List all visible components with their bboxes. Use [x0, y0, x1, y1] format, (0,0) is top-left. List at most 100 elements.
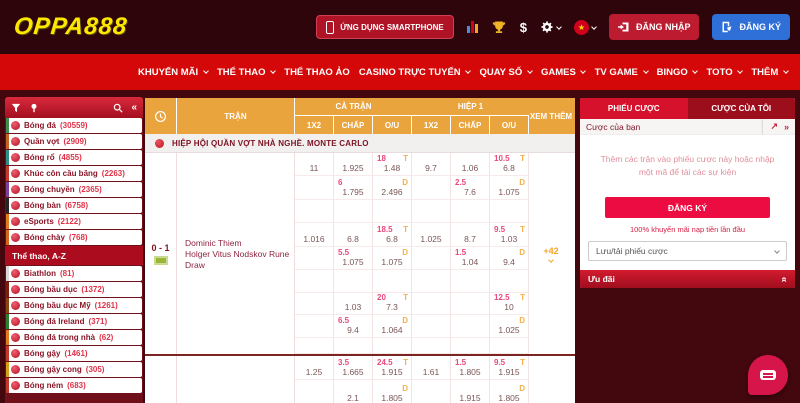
- nav-menu-item[interactable]: GAMES: [541, 67, 585, 78]
- odds-cell-ft-overunder[interactable]: D1.064: [373, 315, 412, 338]
- offers-bar[interactable]: Ưu đãi «: [580, 270, 795, 288]
- nav-menu-item[interactable]: TV GAME: [595, 67, 648, 78]
- collapse-sidebar-icon[interactable]: «: [131, 102, 137, 113]
- odds-cell-h1-handicap[interactable]: [451, 315, 490, 338]
- expand-slip-icon[interactable]: ↗: [770, 121, 778, 132]
- odds-cell-ft-handicap[interactable]: 1.925: [334, 153, 373, 176]
- settings-gear-icon[interactable]: [540, 20, 561, 34]
- sidebar-sport-item[interactable]: Bóng bàn (6758): [6, 198, 142, 213]
- teams-cell[interactable]: Dominic Thiem Holger Vitus Nodskov Rune …: [177, 153, 295, 354]
- odds-cell-ft-1x2[interactable]: [295, 315, 334, 338]
- nav-menu-item[interactable]: KHUYẾN MÃI: [138, 67, 208, 78]
- see-more-markets-button[interactable]: +42: [529, 153, 573, 354]
- odds-cell-h1-handicap[interactable]: 1.51.805: [451, 356, 490, 380]
- odds-cell-h1-overunder[interactable]: 10.5T6.8: [490, 153, 529, 176]
- nav-menu-item[interactable]: THÊM: [751, 67, 788, 78]
- odds-cell-h1-overunder[interactable]: [490, 338, 529, 354]
- smartphone-app-button[interactable]: ỨNG DỤNG SMARTPHONE: [316, 15, 454, 39]
- odds-cell-ft-1x2[interactable]: 11: [295, 153, 334, 176]
- odds-cell-ft-1x2[interactable]: [295, 200, 334, 223]
- odds-cell-h1-1x2[interactable]: [412, 270, 451, 293]
- odds-cell-h1-overunder[interactable]: D1.075: [490, 176, 529, 200]
- signup-button[interactable]: ĐĂNG KÝ: [712, 14, 790, 40]
- odds-cell-h1-1x2[interactable]: [412, 200, 451, 223]
- collapse-slip-icon[interactable]: »: [784, 122, 789, 132]
- odds-cell-h1-1x2[interactable]: 9.7: [412, 153, 451, 176]
- sidebar-sport-item[interactable]: Bóng chuyền (2365): [6, 182, 142, 197]
- odds-cell-ft-overunder[interactable]: D2.496: [373, 176, 412, 200]
- odds-cell-ft-1x2[interactable]: [295, 270, 334, 293]
- sidebar-sport-item[interactable]: Bóng chày (768): [6, 230, 142, 245]
- odds-cell-h1-1x2[interactable]: [412, 380, 451, 403]
- search-icon[interactable]: [113, 103, 123, 113]
- odds-cell-h1-overunder[interactable]: D1.805: [490, 380, 529, 403]
- odds-cell-ft-overunder[interactable]: 24.5T1.915: [373, 356, 412, 380]
- odds-cell-ft-1x2[interactable]: [295, 176, 334, 200]
- odds-cell-ft-overunder[interactable]: [373, 200, 412, 223]
- odds-cell-ft-handicap[interactable]: 6.59.4: [334, 315, 373, 338]
- odds-cell-h1-handicap[interactable]: [451, 338, 490, 354]
- odds-cell-ft-overunder[interactable]: [373, 270, 412, 293]
- nav-menu-item[interactable]: THỂ THAO: [217, 67, 275, 78]
- odds-cell-h1-1x2[interactable]: 1.025: [412, 223, 451, 247]
- live-chat-button[interactable]: [748, 355, 788, 395]
- see-more-markets-button[interactable]: [529, 356, 573, 403]
- odds-cell-ft-overunder[interactable]: 18T1.48: [373, 153, 412, 176]
- odds-cell-h1-1x2[interactable]: [412, 247, 451, 270]
- odds-cell-h1-1x2[interactable]: [412, 338, 451, 354]
- sidebar-sport-item[interactable]: Bóng gậy cong (305): [6, 362, 142, 377]
- trophy-icon[interactable]: [491, 20, 507, 34]
- odds-cell-h1-overunder[interactable]: 12.5T10: [490, 293, 529, 315]
- sidebar-sport-item[interactable]: Bóng bầu dục (1372): [6, 282, 142, 297]
- odds-cell-h1-handicap[interactable]: [451, 200, 490, 223]
- filter-icon[interactable]: [11, 103, 21, 113]
- odds-cell-h1-1x2[interactable]: [412, 176, 451, 200]
- odds-cell-ft-handicap[interactable]: 6.8: [334, 223, 373, 247]
- odds-cell-ft-handicap[interactable]: 1.03: [334, 293, 373, 315]
- odds-cell-h1-overunder[interactable]: 9.5T1.915: [490, 356, 529, 380]
- odds-cell-ft-handicap[interactable]: 2.1: [334, 380, 373, 403]
- odds-cell-h1-overunder[interactable]: D9.4: [490, 247, 529, 270]
- odds-cell-h1-overunder[interactable]: [490, 200, 529, 223]
- odds-cell-h1-handicap[interactable]: 1.06: [451, 153, 490, 176]
- sidebar-sport-item[interactable]: eSports (2122): [6, 214, 142, 229]
- sidebar-sport-item[interactable]: Bóng rổ (4855): [6, 150, 142, 165]
- brand-logo[interactable]: OPPA888: [13, 13, 129, 41]
- odds-cell-h1-overunder[interactable]: 9.5T1.03: [490, 223, 529, 247]
- odds-cell-h1-1x2[interactable]: [412, 315, 451, 338]
- odds-cell-h1-overunder[interactable]: D1.025: [490, 315, 529, 338]
- teams-cell[interactable]: [177, 356, 295, 403]
- sidebar-sport-item[interactable]: Quần vợt (2909): [6, 134, 142, 149]
- sidebar-sport-item[interactable]: Bóng bầu dục Mỹ (1261): [6, 298, 142, 313]
- odds-cell-ft-handicap[interactable]: [334, 338, 373, 354]
- odds-cell-h1-overunder[interactable]: [490, 270, 529, 293]
- statistics-icon[interactable]: [467, 21, 478, 33]
- odds-cell-ft-1x2[interactable]: 1.25: [295, 356, 334, 380]
- odds-cell-h1-handicap[interactable]: 1.915: [451, 380, 490, 403]
- odds-cell-ft-1x2[interactable]: 1.016: [295, 223, 334, 247]
- odds-cell-h1-handicap[interactable]: 8.7: [451, 223, 490, 247]
- tab-my-bets[interactable]: CƯỢC CỦA TÔI: [688, 98, 796, 119]
- nav-menu-item[interactable]: TOTO: [707, 67, 743, 78]
- odds-cell-ft-1x2[interactable]: [295, 247, 334, 270]
- odds-cell-h1-1x2[interactable]: 1.61: [412, 356, 451, 380]
- pin-icon[interactable]: [29, 103, 39, 113]
- save-load-slip-select[interactable]: Lưu/tải phiếu cược: [588, 241, 787, 261]
- odds-cell-ft-overunder[interactable]: D1.805: [373, 380, 412, 403]
- odds-cell-ft-overunder[interactable]: D1.075: [373, 247, 412, 270]
- tab-betslip[interactable]: PHIẾU CƯỢC: [580, 98, 688, 119]
- sidebar-sport-item[interactable]: Bóng ném (683): [6, 378, 142, 393]
- nav-menu-item[interactable]: CASINO TRỰC TUYẾN: [359, 67, 470, 78]
- odds-cell-ft-1x2[interactable]: [295, 293, 334, 315]
- odds-cell-h1-handicap[interactable]: [451, 270, 490, 293]
- league-header-row[interactable]: HIỆP HỘI QUẦN VỢT NHÀ NGHỀ. MONTE CARLO: [145, 134, 575, 153]
- odds-cell-ft-handicap[interactable]: 61.795: [334, 176, 373, 200]
- sidebar-sport-item[interactable]: Bóng đá (30559): [6, 118, 142, 133]
- odds-cell-ft-1x2[interactable]: [295, 338, 334, 354]
- sidebar-sport-item[interactable]: Bóng đá Ireland (371): [6, 314, 142, 329]
- odds-cell-ft-overunder[interactable]: 18.5T6.8: [373, 223, 412, 247]
- odds-cell-ft-handicap[interactable]: [334, 270, 373, 293]
- sidebar-sport-item[interactable]: Khúc côn cầu băng (2263): [6, 166, 142, 181]
- odds-cell-h1-handicap[interactable]: 1.51.04: [451, 247, 490, 270]
- sidebar-sport-item[interactable]: Biathlon (81): [6, 266, 142, 281]
